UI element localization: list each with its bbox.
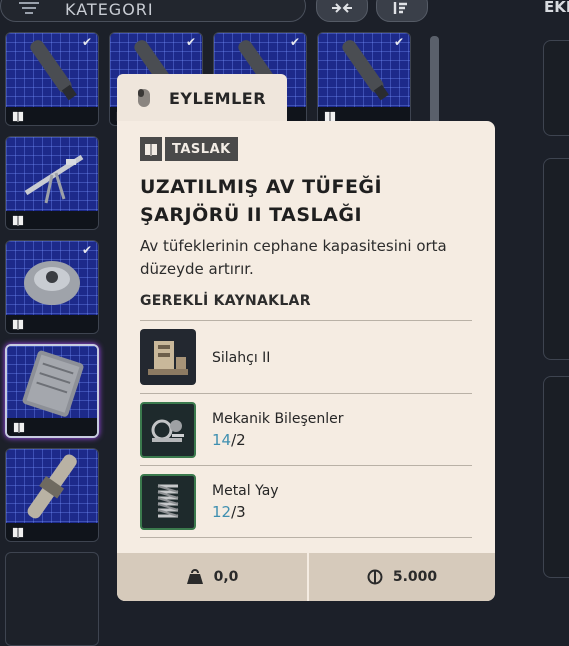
checkmark-icon: ✔ xyxy=(289,35,300,49)
checkmark-icon: ✔ xyxy=(81,35,92,49)
inventory-slot-empty[interactable] xyxy=(5,552,99,646)
workbench-icon xyxy=(140,329,196,385)
checkmark-icon: ✔ xyxy=(81,243,92,257)
slot-footer xyxy=(6,107,98,125)
sort-button[interactable] xyxy=(376,0,428,22)
requirements-header: GEREKLİ KAYNAKLAR xyxy=(140,293,311,309)
blueprint-badge: TASLAK xyxy=(140,137,238,161)
collapse-button[interactable] xyxy=(316,0,368,22)
owned-count: 14 xyxy=(212,431,232,449)
slot-footer xyxy=(7,418,97,436)
requirement-count: 14/2 xyxy=(212,431,246,449)
inventory-slot-scope-attachment[interactable] xyxy=(5,448,99,542)
arrows-inward-icon xyxy=(332,3,352,13)
blueprint-book-icon xyxy=(12,527,24,538)
checkmark-icon: ✔ xyxy=(185,35,196,49)
filter-icon xyxy=(19,2,39,16)
inventory-slot-magazine[interactable] xyxy=(5,344,99,438)
item-image xyxy=(6,137,98,211)
required-count: 3 xyxy=(236,503,246,521)
spring-icon xyxy=(140,474,196,530)
item-description: Av tüfeklerinin cephane kapasitesini ort… xyxy=(140,237,447,278)
required-count: 2 xyxy=(236,431,246,449)
slot-footer xyxy=(6,523,98,541)
blueprint-book-icon xyxy=(13,422,25,433)
actions-tab[interactable]: EYLEMLER xyxy=(117,74,287,122)
divider xyxy=(140,320,472,321)
blueprint-book-icon xyxy=(12,319,24,330)
requirement-name: Silahçı II xyxy=(212,350,271,366)
item-image xyxy=(7,346,97,418)
item-image xyxy=(6,449,98,523)
divider xyxy=(140,537,472,538)
price-value: 5.000 xyxy=(392,569,438,585)
item-title: UZATILMIŞ AV TÜFEĞİ ŞARJÖRÜ II TASLAĞI xyxy=(140,176,383,226)
price-stat: 5.000 xyxy=(309,553,495,601)
right-panel-slot[interactable] xyxy=(543,376,569,578)
blueprint-book-icon xyxy=(12,111,24,122)
inventory-slot-barrel-part[interactable]: ✔ xyxy=(317,32,411,126)
blueprint-book-icon xyxy=(12,215,24,226)
inventory-slot-scanner-device[interactable]: ✔ xyxy=(5,240,99,334)
blueprint-book-icon xyxy=(145,143,157,156)
weight-value: 0,0 xyxy=(213,569,239,585)
item-detail-popup: TASLAK UZATILMIŞ AV TÜFEĞİ ŞARJÖRÜ II TA… xyxy=(117,121,495,601)
right-panel-slot[interactable] xyxy=(543,158,569,360)
divider xyxy=(140,393,472,394)
right-panel-header: EKI xyxy=(544,0,569,16)
requirement-name: Mekanik Bileşenler xyxy=(212,411,344,427)
weight-stat: 0,0 xyxy=(117,553,307,601)
sort-arrows-icon xyxy=(393,2,407,14)
requirement-name: Metal Yay xyxy=(212,483,279,499)
mechanical-parts-icon xyxy=(140,402,196,458)
mouse-icon xyxy=(138,89,150,107)
slot-footer xyxy=(6,315,98,333)
inventory-slot-barrel-part[interactable]: ✔ xyxy=(5,32,99,126)
weight-icon xyxy=(186,569,203,584)
checkmark-icon: ✔ xyxy=(393,35,404,49)
owned-count: 12 xyxy=(212,503,232,521)
coin-icon xyxy=(367,569,383,585)
category-filter[interactable]: KATEGORI xyxy=(0,0,306,22)
badge-label: TASLAK xyxy=(165,137,238,161)
right-panel-slot[interactable] xyxy=(543,40,569,136)
requirement-count: 12/3 xyxy=(212,503,246,521)
slot-footer xyxy=(6,211,98,229)
category-label: KATEGORI xyxy=(65,0,154,19)
divider xyxy=(140,465,472,466)
actions-tab-label: EYLEMLER xyxy=(169,89,267,108)
inventory-slot-tripod-rifle[interactable] xyxy=(5,136,99,230)
